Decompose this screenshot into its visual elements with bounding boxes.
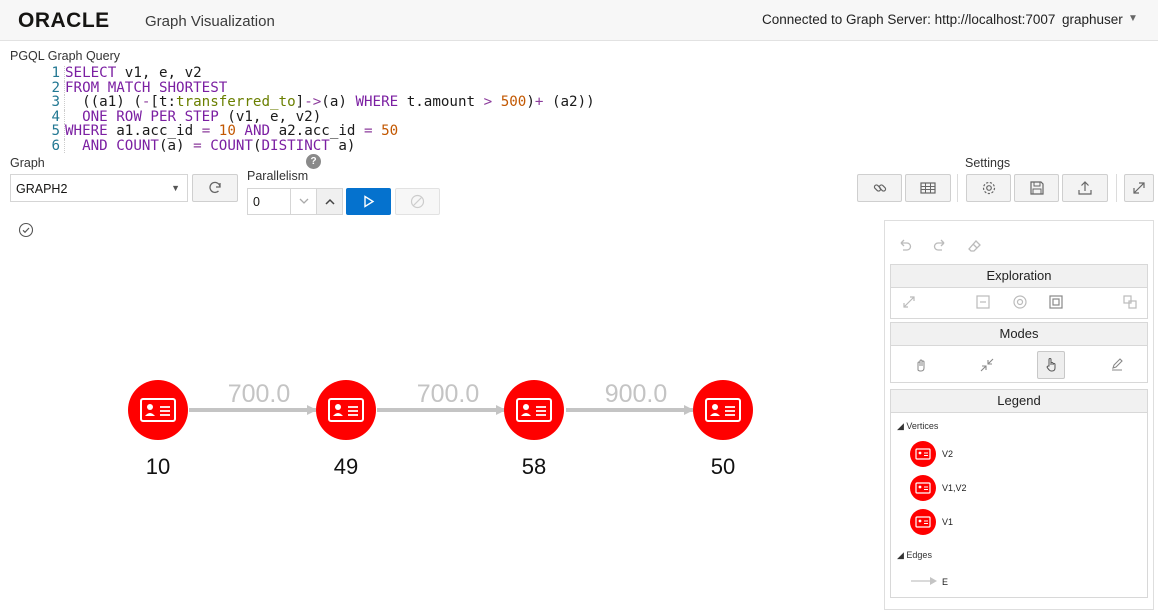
legend-edge-label: E [942,577,949,587]
vertex-label: 49 [334,454,358,479]
graph-label: Graph [10,156,45,170]
refresh-button[interactable] [192,174,238,202]
pointer-hand-icon [1046,358,1056,372]
refresh-icon [209,181,221,194]
increment-button[interactable] [316,188,343,215]
undo-icon[interactable] [897,238,913,254]
vertex-label: 50 [711,454,735,479]
query-editor[interactable]: 1 SELECT v1, e, v2 2 FROM MATCH SHORTEST 3… [10,66,690,154]
edge-label: 900.0 [605,380,668,408]
vertex-legend-icon [910,475,936,501]
edge-label: 700.0 [228,380,291,408]
oracle-logo: ORACLE [18,9,110,32]
pan-hand-icon[interactable] [913,357,929,373]
exploration-header: Exploration [891,265,1147,288]
graph-vertex[interactable] [316,380,376,440]
vertex-label: 58 [522,454,546,479]
save-icon [1029,181,1044,195]
collapse-triangle-icon: ◢ [897,421,907,431]
query-label: PGQL Graph Query [10,49,120,63]
modes-section: Modes [890,322,1148,383]
legend-vertices-title: Vertices [906,421,939,431]
code-line[interactable]: ((a1) (-[t:transferred_to]->(a) WHERE t.… [64,95,595,110]
graph-vertex[interactable] [693,380,753,440]
cancel-button[interactable] [395,188,440,215]
vertex-legend-icon [910,509,936,535]
group-icon[interactable] [1048,294,1064,310]
collapse-icon[interactable] [975,294,991,310]
parallelism-value: 0 [253,195,260,209]
line-number: 3 [51,94,60,110]
eraser-icon[interactable] [967,238,983,254]
vertex-label: 10 [146,454,170,479]
ungroup-icon[interactable] [1122,294,1138,310]
settings-label: Settings [965,156,1011,170]
app-title: Graph Visualization [145,13,275,30]
code-line[interactable]: WHERE a1.acc_id = 10 AND a2.acc_id = 50 [64,124,398,139]
edge-label: 700.0 [417,380,480,408]
chevron-up-icon [325,198,335,205]
graph-canvas[interactable]: 700.0 700.0 900.0 10 49 58 50 [0,215,880,614]
decrement-button[interactable] [290,188,317,215]
line-number: 2 [51,79,60,96]
divider [1116,174,1117,202]
divider [957,174,958,202]
vertex-legend-icon [910,441,936,467]
line-number: 1 [51,65,60,81]
save-button[interactable] [1014,174,1059,202]
legend-vertex-label: V2 [942,449,954,459]
legend-edges-group[interactable]: ◢ Edges [897,550,932,561]
table-view-button[interactable] [905,174,951,202]
legend-header: Legend [891,390,1147,413]
expand-icon[interactable] [901,294,917,310]
focus-icon[interactable] [1012,294,1028,310]
code-line[interactable]: ONE ROW PER STEP (v1, e, v2) [64,109,321,124]
legend-vertex-label: V1,V2 [942,483,967,493]
expand-icon [1133,182,1145,194]
graph-select-value: GRAPH2 [16,182,68,196]
run-button[interactable] [346,188,391,215]
line-number: 5 [51,123,60,139]
legend-vertex-label: V1 [942,517,954,527]
legend-vertices-group[interactable]: ◢ Vertices [897,421,938,432]
fullscreen-button[interactable] [1124,174,1154,202]
parallelism-label: Parallelism [247,169,309,183]
exploration-section: Exploration [890,264,1148,319]
edit-icon[interactable] [1109,357,1125,373]
link-icon [873,184,886,192]
link-button[interactable] [857,174,902,202]
legend-edges-title: Edges [906,550,932,560]
cancel-icon [410,194,425,209]
graph-vertex[interactable] [128,380,188,440]
legend-section: Legend ◢ Vertices V2 V1,V2 V1 ◢ Edges E [890,389,1148,598]
redo-icon[interactable] [932,238,948,254]
collapse-triangle-icon: ◢ [897,550,907,560]
shrink-icon[interactable] [979,357,995,373]
play-icon [364,195,375,208]
graph-vertex[interactable] [504,380,564,440]
upload-icon [1078,181,1092,195]
chevron-down-icon[interactable]: ▼ [1128,13,1138,24]
app-header: ORACLE Graph Visualization Connected to … [0,0,1158,41]
code-line[interactable]: SELECT v1, e, v2 [64,66,202,81]
gear-icon [982,181,995,195]
user-menu[interactable]: graphuser [1062,12,1123,27]
help-icon[interactable]: ? [306,154,321,169]
table-icon [920,182,936,194]
edge-legend-icon [911,577,937,585]
graph-select[interactable]: GRAPH2 ▼ [10,174,188,202]
code-line[interactable]: AND COUNT(a) = COUNT(DISTINCT a) [64,138,355,153]
settings-button[interactable] [966,174,1011,202]
code-line[interactable]: FROM MATCH SHORTEST [64,80,227,95]
line-number: 6 [51,137,60,154]
modes-header: Modes [891,323,1147,346]
chevron-down-icon: ▼ [171,183,180,193]
line-number: 4 [51,108,60,125]
upload-button[interactable] [1062,174,1108,202]
chevron-down-icon [299,198,309,204]
connection-status: Connected to Graph Server: http://localh… [762,12,1056,27]
select-mode-button[interactable] [1037,351,1065,379]
